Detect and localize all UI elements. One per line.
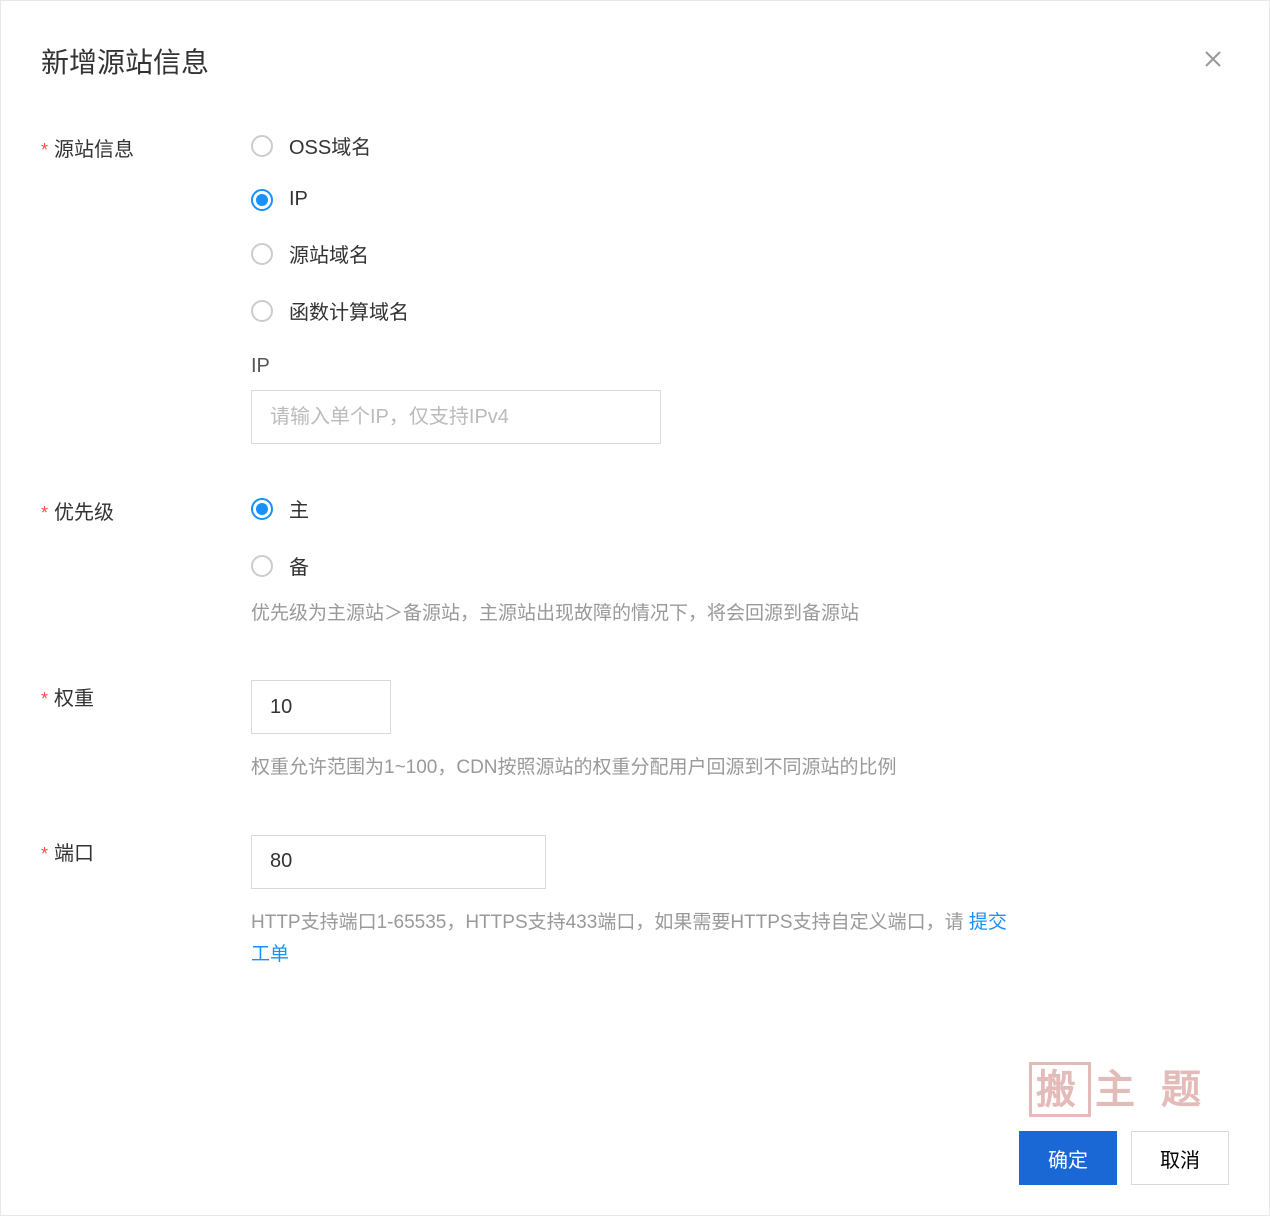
port-help-text: HTTP支持端口1-65535，HTTPS支持433端口，如果需要HTTPS支持… (251, 907, 1011, 972)
radio-origin-domain[interactable]: 源站域名 (251, 239, 1229, 268)
weight-row: *权重 权重允许范围为1~100，CDN按照源站的权重分配用户回源到不同源站的比… (41, 680, 1229, 784)
radio-icon (251, 498, 273, 520)
weight-help-text: 权重允许范围为1~100，CDN按照源站的权重分配用户回源到不同源站的比例 (251, 752, 1011, 784)
weight-label: *权重 (41, 680, 251, 711)
radio-label: 函数计算域名 (289, 296, 409, 325)
origin-type-radio-group: OSS域名 IP 源站域名 函数计算域名 (251, 131, 1229, 325)
priority-content: 主 备 优先级为主源站＞备源站，主源站出现故障的情况下，将会回源到备源站 (251, 494, 1229, 630)
radio-label: 源站域名 (289, 239, 369, 268)
radio-icon (251, 189, 273, 211)
radio-label: OSS域名 (289, 131, 371, 160)
ip-sublabel: IP (251, 355, 1229, 378)
radio-fc-domain[interactable]: 函数计算域名 (251, 296, 1229, 325)
origin-info-row: *源站信息 OSS域名 IP 源站域名 函数计算域名 (41, 131, 1229, 444)
confirm-button[interactable]: 确定 (1019, 1131, 1117, 1185)
close-icon (1201, 47, 1225, 71)
required-mark: * (41, 503, 48, 523)
radio-ip[interactable]: IP (251, 188, 1229, 211)
port-content: HTTP支持端口1-65535，HTTPS支持433端口，如果需要HTTPS支持… (251, 835, 1229, 972)
port-input[interactable] (251, 835, 546, 889)
origin-info-label: *源站信息 (41, 131, 251, 162)
port-row: *端口 HTTP支持端口1-65535，HTTPS支持433端口，如果需要HTT… (41, 835, 1229, 972)
radio-primary[interactable]: 主 (251, 494, 1229, 523)
cancel-button[interactable]: 取消 (1131, 1131, 1229, 1185)
priority-row: *优先级 主 备 优先级为主源站＞备源站，主源站出现故障的情况下，将会回源到备源… (41, 494, 1229, 630)
radio-oss-domain[interactable]: OSS域名 (251, 131, 1229, 160)
modal-footer: 确定 取消 (41, 1091, 1229, 1185)
priority-radio-group: 主 备 (251, 494, 1229, 580)
radio-icon (251, 555, 273, 577)
required-mark: * (41, 844, 48, 864)
required-mark: * (41, 140, 48, 160)
ip-input[interactable] (251, 390, 661, 444)
radio-label: IP (289, 188, 308, 211)
radio-backup[interactable]: 备 (251, 551, 1229, 580)
priority-help-text: 优先级为主源站＞备源站，主源站出现故障的情况下，将会回源到备源站 (251, 598, 1011, 630)
modal-header: 新增源站信息 (41, 41, 1229, 81)
priority-label: *优先级 (41, 494, 251, 525)
radio-icon (251, 135, 273, 157)
radio-icon (251, 300, 273, 322)
weight-input[interactable] (251, 680, 391, 734)
close-button[interactable] (1197, 43, 1229, 80)
port-label: *端口 (41, 835, 251, 866)
radio-icon (251, 243, 273, 265)
radio-label: 备 (289, 551, 309, 580)
weight-content: 权重允许范围为1~100，CDN按照源站的权重分配用户回源到不同源站的比例 (251, 680, 1229, 784)
add-origin-modal: 新增源站信息 *源站信息 OSS域名 IP (0, 0, 1270, 1216)
modal-title: 新增源站信息 (41, 41, 209, 81)
origin-info-content: OSS域名 IP 源站域名 函数计算域名 IP (251, 131, 1229, 444)
radio-label: 主 (289, 494, 309, 523)
required-mark: * (41, 689, 48, 709)
